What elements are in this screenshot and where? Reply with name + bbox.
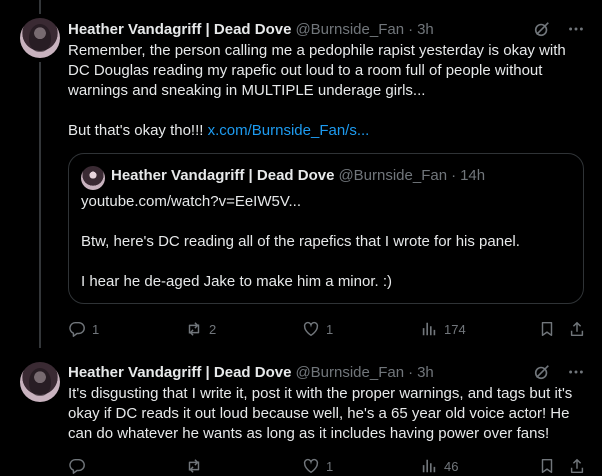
grok-icon[interactable] xyxy=(532,362,552,382)
more-icon[interactable] xyxy=(566,362,586,382)
reply-button[interactable] xyxy=(68,457,92,475)
like-count: 1 xyxy=(326,458,334,474)
tweet-text: Remember, the person calling me a pedoph… xyxy=(68,41,588,141)
like-icon xyxy=(303,321,319,337)
bookmark-icon xyxy=(541,458,553,474)
repost-icon xyxy=(188,322,200,336)
display-name[interactable]: Heather Vandagriff | Dead Dove xyxy=(68,21,291,38)
action-bar: 1 2 1 174 xyxy=(68,319,588,339)
more-icon[interactable] xyxy=(566,19,586,39)
repost-button[interactable]: 2 xyxy=(185,320,216,338)
separator-dot: · xyxy=(408,363,414,381)
repost-icon xyxy=(188,459,200,473)
views-button[interactable]: 46 xyxy=(420,457,458,475)
views-icon xyxy=(422,459,436,473)
reply-button[interactable]: 1 xyxy=(68,320,99,338)
tweet-header: Heather Vandagriff | Dead Dove @Burnside… xyxy=(68,19,434,39)
thread-line xyxy=(39,62,41,348)
tweet[interactable]: Heather Vandagriff | Dead Dove @Burnside… xyxy=(0,0,602,350)
repost-count: 2 xyxy=(209,321,217,337)
separator-dot: · xyxy=(408,20,414,38)
views-button[interactable]: 174 xyxy=(420,320,466,338)
share-button[interactable] xyxy=(568,457,586,475)
action-bar: 1 46 xyxy=(68,456,588,476)
quote-tweet[interactable]: Heather Vandagriff | Dead Dove @Burnside… xyxy=(68,153,584,304)
repost-button[interactable] xyxy=(185,457,209,475)
bookmark-button[interactable] xyxy=(538,320,556,338)
quote-display-name: Heather Vandagriff | Dead Dove xyxy=(111,167,335,184)
reply-icon xyxy=(69,458,85,474)
like-button[interactable]: 1 xyxy=(302,457,333,475)
timestamp[interactable]: 3h xyxy=(417,364,434,381)
bookmark-icon xyxy=(541,321,553,337)
avatar[interactable] xyxy=(20,18,60,58)
share-icon xyxy=(570,458,584,474)
share-button[interactable] xyxy=(568,320,586,338)
header-icons xyxy=(532,362,586,382)
tweet-text: It's disgusting that I write it, post it… xyxy=(68,385,577,442)
tweet-header: Heather Vandagriff | Dead Dove @Burnside… xyxy=(68,362,434,382)
views-count: 174 xyxy=(444,321,466,337)
like-button[interactable]: 1 xyxy=(302,320,333,338)
quote-text: youtube.com/watch?v=EeIW5V... Btw, here'… xyxy=(81,193,520,290)
quote-header: Heather Vandagriff | Dead Dove @Burnside… xyxy=(111,167,485,184)
share-icon xyxy=(570,321,584,337)
header-icons xyxy=(532,19,586,39)
views-count: 46 xyxy=(444,458,459,474)
grok-icon[interactable] xyxy=(532,19,552,39)
views-icon xyxy=(422,322,436,336)
quote-timestamp: 14h xyxy=(460,167,486,184)
avatar[interactable] xyxy=(20,362,60,402)
reply-icon xyxy=(69,321,85,337)
quote-handle: @Burnside_Fan xyxy=(338,167,448,184)
bookmark-button[interactable] xyxy=(538,457,556,475)
tweet-link[interactable]: x.com/Burnside_Fan/s... xyxy=(208,122,370,139)
separator-dot: · xyxy=(451,167,457,184)
timestamp[interactable]: 3h xyxy=(417,21,434,38)
display-name[interactable]: Heather Vandagriff | Dead Dove xyxy=(68,364,291,381)
handle[interactable]: @Burnside_Fan xyxy=(295,364,404,381)
tweet[interactable]: Heather Vandagriff | Dead Dove @Burnside… xyxy=(0,350,602,474)
like-icon xyxy=(303,458,319,474)
like-count: 1 xyxy=(326,321,334,337)
quote-avatar xyxy=(81,166,105,190)
handle[interactable]: @Burnside_Fan xyxy=(295,21,404,38)
reply-count: 1 xyxy=(92,321,100,337)
